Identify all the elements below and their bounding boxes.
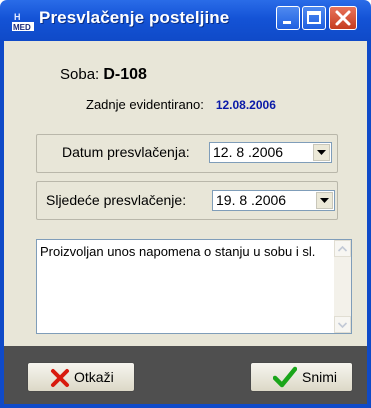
save-label: Snimi [302,369,338,385]
next-change-dropdown-button[interactable] [316,192,333,209]
last-recorded-date: 12.08.2006 [215,98,276,112]
chevron-down-icon [337,322,348,329]
room-info: Soba: D-108 [60,66,147,84]
notes-scrollbar[interactable] [334,240,351,333]
room-label: Soba: [60,66,100,83]
maximize-icon [307,11,321,24]
window-title: Presvlačenje posteljine [39,8,230,27]
next-change-value: 19. 8 .2006 [216,192,287,208]
notes-textarea[interactable]: Proizvoljan unos napomena o stanju u sob… [36,239,352,334]
save-button[interactable]: Snimi [250,362,353,392]
close-button[interactable] [329,6,357,30]
last-recorded-label: Zadnje evidentirano: [86,97,204,112]
med-app-icon: H MED [12,12,34,32]
close-icon [335,10,351,26]
room-value: D-108 [103,66,147,83]
title-bar[interactable]: H MED Presvlačenje posteljine [0,0,371,41]
change-date-dropdown-button[interactable] [313,144,330,161]
red-x-icon [51,369,69,387]
next-change-label: Sljedeće presvlačenje: [46,192,187,208]
svg-text:H: H [14,12,21,22]
cancel-button[interactable]: Otkaži [27,362,135,392]
change-date-label: Datum presvlačenja: [62,144,190,160]
change-date-picker[interactable]: 12. 8 .2006 [209,142,332,163]
maximize-button[interactable] [302,6,326,30]
chevron-down-icon [320,198,329,203]
change-date-value: 12. 8 .2006 [213,144,284,160]
scroll-up-button[interactable] [334,240,351,257]
checkmark-icon [273,366,297,388]
dialog-window: H MED Presvlačenje posteljine Soba: D-10… [0,0,371,408]
chevron-down-icon [317,150,326,155]
cancel-label: Otkaži [74,369,114,385]
chevron-up-icon [337,245,348,252]
next-change-picker[interactable]: 19. 8 .2006 [212,190,335,211]
last-recorded: Zadnje evidentirano: 12.08.2006 [86,97,276,112]
scroll-down-button[interactable] [334,316,351,333]
svg-text:MED: MED [13,23,31,32]
minimize-icon [283,21,291,24]
minimize-button[interactable] [276,6,300,30]
notes-text: Proizvoljan unos napomena o stanju u sob… [40,244,316,259]
